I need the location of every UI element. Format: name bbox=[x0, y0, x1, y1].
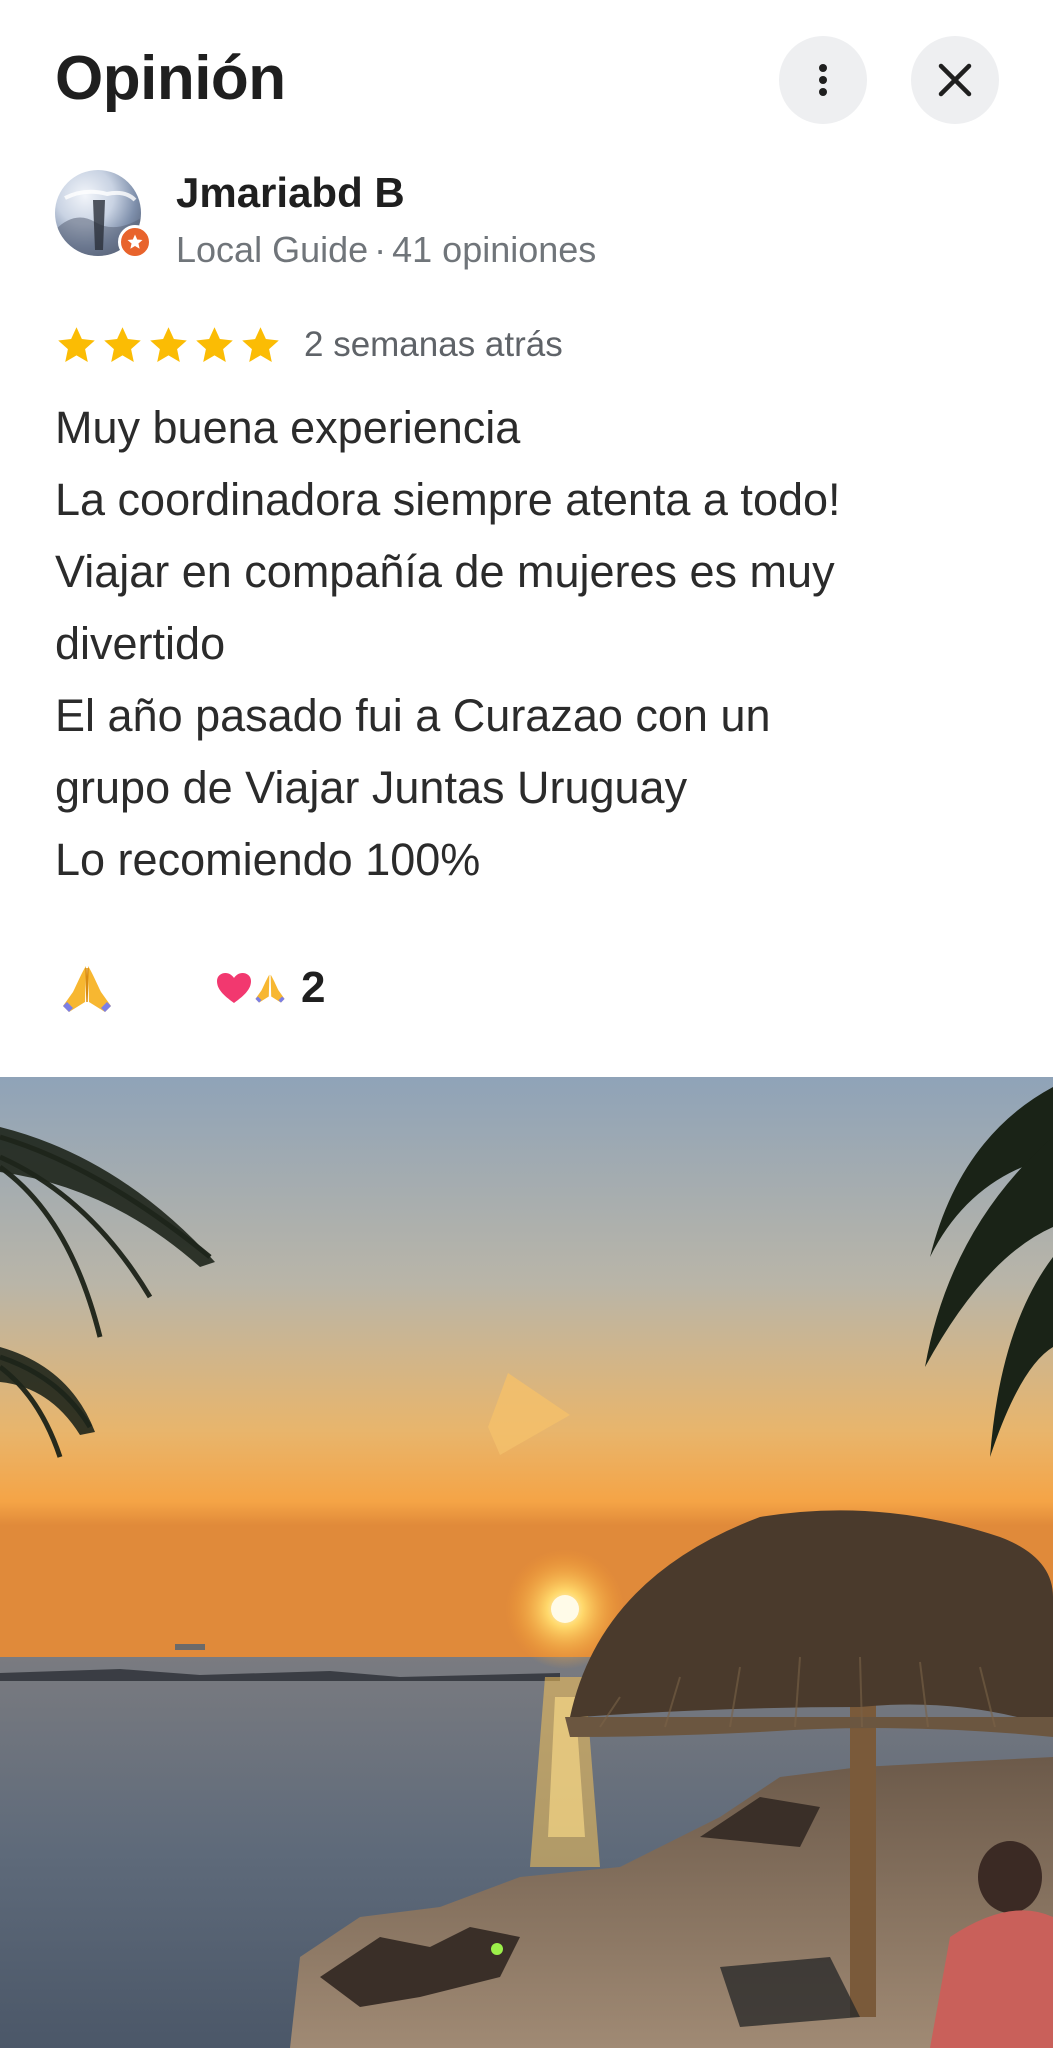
reviews-count: 41 opiniones bbox=[392, 229, 597, 270]
close-button[interactable] bbox=[911, 36, 999, 124]
pray-icon bbox=[255, 974, 285, 1003]
reaction-summary[interactable]: 2 bbox=[215, 963, 325, 1013]
reaction-count: 2 bbox=[301, 963, 326, 1012]
review-text: Muy buena experiencia La coordinadora sie… bbox=[55, 392, 1015, 896]
meta-separator: · bbox=[374, 229, 387, 270]
review-line: grupo de Viajar Juntas Uruguay bbox=[55, 762, 688, 813]
more-options-button[interactable] bbox=[779, 36, 867, 124]
review-line: Muy buena experiencia bbox=[55, 402, 521, 453]
star-rating bbox=[55, 324, 282, 367]
header: Opinión bbox=[0, 0, 1053, 160]
review-author[interactable]: Jmariabd B Local Guide · 41 opiniones bbox=[55, 168, 1015, 278]
react-button[interactable] bbox=[55, 960, 119, 1016]
review-time: 2 semanas atrás bbox=[304, 325, 563, 364]
review-line: La coordinadora siempre atenta a todo! bbox=[55, 474, 841, 525]
review-line: Viajar en compañía de mujeres es muy bbox=[55, 546, 835, 597]
review-line: El año pasado fui a Curazao con un bbox=[55, 690, 771, 741]
reactions-bar: 2 bbox=[55, 958, 325, 1018]
star-icon bbox=[242, 326, 279, 362]
pray-icon bbox=[63, 966, 111, 1012]
beach-sunset-photo bbox=[0, 1077, 1053, 2048]
star-icon bbox=[196, 326, 233, 362]
review-line: Lo recomiendo 100% bbox=[55, 834, 481, 885]
star-icon bbox=[58, 326, 95, 362]
local-guide-star-icon bbox=[118, 225, 152, 259]
page-title: Opinión bbox=[55, 44, 286, 113]
local-guide-label: Local Guide bbox=[176, 229, 369, 270]
star-icon bbox=[150, 326, 187, 362]
rating-row: 2 semanas atrás bbox=[55, 322, 563, 368]
review-line: divertido bbox=[55, 618, 226, 669]
author-name[interactable]: Jmariabd B bbox=[176, 168, 405, 218]
review-photo[interactable] bbox=[0, 1077, 1053, 2048]
close-icon bbox=[938, 63, 972, 97]
author-meta: Local Guide · 41 opiniones bbox=[176, 228, 596, 271]
star-icon bbox=[104, 326, 141, 362]
heart-icon bbox=[217, 973, 251, 1003]
more-vert-icon bbox=[819, 64, 827, 96]
